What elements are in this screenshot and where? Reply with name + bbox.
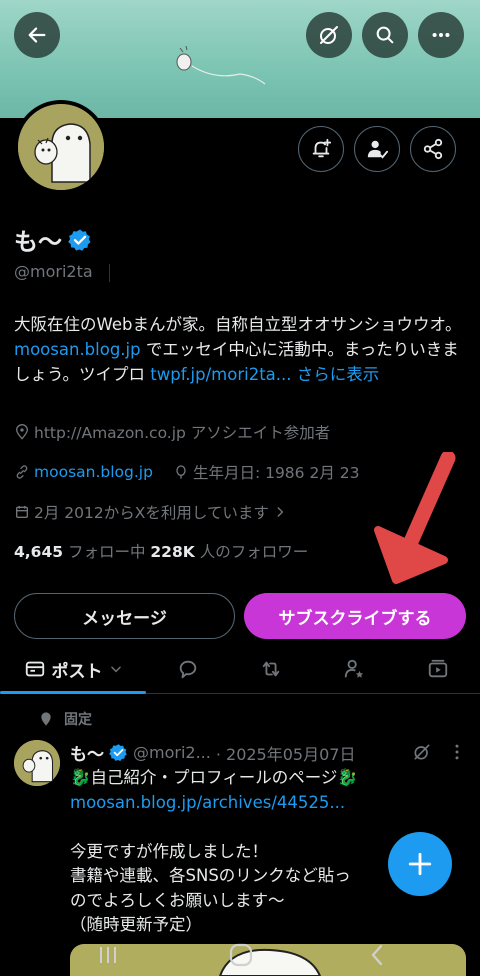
following-button[interactable]	[354, 126, 400, 172]
compose-post-button[interactable]	[388, 832, 452, 896]
profile-name-text: も〜	[14, 228, 62, 256]
followers-count[interactable]: 228K	[150, 543, 194, 561]
follow-stats: 4,645 フォロー中 228K 人のフォロワー	[14, 540, 308, 562]
balloon-icon	[176, 465, 186, 479]
posts-tab-icon	[25, 661, 44, 677]
tab-posts-label: ポスト	[51, 661, 103, 682]
tweet-link[interactable]: moosan.blog.jp/archives/44525...	[70, 791, 470, 816]
chevron-down-icon	[110, 666, 121, 673]
bell-plus-icon	[312, 138, 332, 158]
verified-badge-icon	[109, 744, 127, 761]
pinned-indicator: 固定	[38, 709, 92, 729]
tab-highlights[interactable]	[326, 646, 382, 692]
search-icon	[376, 26, 394, 44]
profile-tabs: ポスト	[0, 646, 480, 694]
bio-text-1: 大阪在住のWebまんが家。自称自立型オオサンショウウオ。	[14, 315, 462, 334]
back-button[interactable]	[14, 12, 60, 58]
arrow-left-icon	[28, 27, 46, 43]
profile-handle: @mori2ta	[14, 262, 93, 281]
profile-website-birthday: moosan.blog.jp 生年月日: 1986 2月 23	[14, 461, 359, 483]
tab-posts[interactable]: ポスト	[0, 646, 146, 692]
tweet-line-6: （随時更新予定）	[70, 915, 202, 934]
tab-replies[interactable]	[160, 646, 216, 692]
tweet-header: も〜 @mori2... · 2025年05月07日	[70, 740, 355, 765]
bio-show-more-link[interactable]: さらに表示	[292, 365, 380, 384]
profile-bio: 大阪在住のWebまんが家。自称自立型オオサンショウウオ。 moosan.blog.…	[14, 312, 470, 387]
grok-button[interactable]	[306, 12, 352, 58]
home-icon[interactable]	[228, 942, 254, 968]
profile-banner[interactable]	[0, 0, 480, 118]
system-nav-bar	[0, 936, 480, 976]
more-vertical-icon[interactable]	[450, 742, 464, 762]
profile-location: http://Amazon.co.jp アソシエイト参加者	[14, 421, 330, 443]
link-icon	[16, 465, 28, 479]
tab-active-indicator	[0, 691, 146, 694]
reply-bubble-icon	[179, 660, 197, 679]
plus-icon	[408, 852, 432, 876]
tweet-author-handle[interactable]: @mori2...	[133, 743, 211, 762]
verified-badge-icon[interactable]	[68, 228, 92, 252]
tweet-date: · 2025年05月07日	[215, 744, 356, 764]
tab-reposts[interactable]	[243, 646, 299, 692]
recent-apps-icon[interactable]	[96, 944, 120, 966]
tweet-author-avatar[interactable]	[14, 740, 60, 786]
profile-avatar[interactable]	[14, 100, 108, 194]
share-icon	[423, 138, 443, 160]
banner-doodle	[176, 45, 266, 85]
chevron-right-icon	[277, 507, 284, 517]
grok-slash-icon[interactable]	[412, 742, 432, 762]
salamander-avatar-icon	[18, 104, 104, 190]
search-button[interactable]	[362, 12, 408, 58]
tweet-author-name[interactable]: も〜	[70, 740, 104, 765]
location-pin-icon	[15, 424, 29, 440]
profile-name: も〜	[14, 222, 92, 257]
more-horizontal-icon	[432, 32, 450, 38]
bio-link-blog[interactable]: moosan.blog.jp	[14, 340, 141, 359]
subscribe-button[interactable]: サブスクライブする	[244, 593, 466, 639]
salamander-avatar-icon	[14, 740, 60, 786]
grok-slash-icon	[320, 26, 338, 44]
calendar-icon	[16, 506, 28, 518]
following-count[interactable]: 4,645	[14, 543, 63, 561]
message-button[interactable]: メッセージ	[14, 593, 235, 639]
red-arrow-annotation-icon	[374, 452, 456, 584]
handle-divider	[109, 264, 110, 282]
repost-icon	[262, 661, 280, 677]
joined-text: 2月 2012からXを利用しています	[34, 504, 269, 522]
person-check-icon	[367, 140, 388, 159]
profile-joined[interactable]: 2月 2012からXを利用しています	[14, 501, 287, 523]
notify-button[interactable]	[298, 126, 344, 172]
website-link[interactable]: moosan.blog.jp	[34, 463, 153, 481]
pin-icon	[41, 712, 51, 726]
back-nav-icon[interactable]	[366, 942, 388, 968]
tab-media[interactable]	[410, 646, 466, 692]
person-star-icon	[344, 659, 364, 678]
media-icon	[428, 659, 448, 678]
location-text: http://Amazon.co.jp アソシエイト参加者	[34, 424, 331, 442]
following-label[interactable]: フォロー中	[63, 543, 150, 561]
tweet-line-1: 🐉自己紹介・プロフィールのページ🐉	[70, 768, 358, 787]
followers-label[interactable]: 人のフォロワー	[195, 543, 309, 561]
pinned-label: 固定	[64, 712, 92, 728]
more-button[interactable]	[418, 12, 464, 58]
birthday-text: 生年月日: 1986 2月 23	[192, 464, 360, 482]
share-button[interactable]	[410, 126, 456, 172]
bio-link-twpf[interactable]: twpf.jp/mori2ta...	[150, 365, 291, 384]
